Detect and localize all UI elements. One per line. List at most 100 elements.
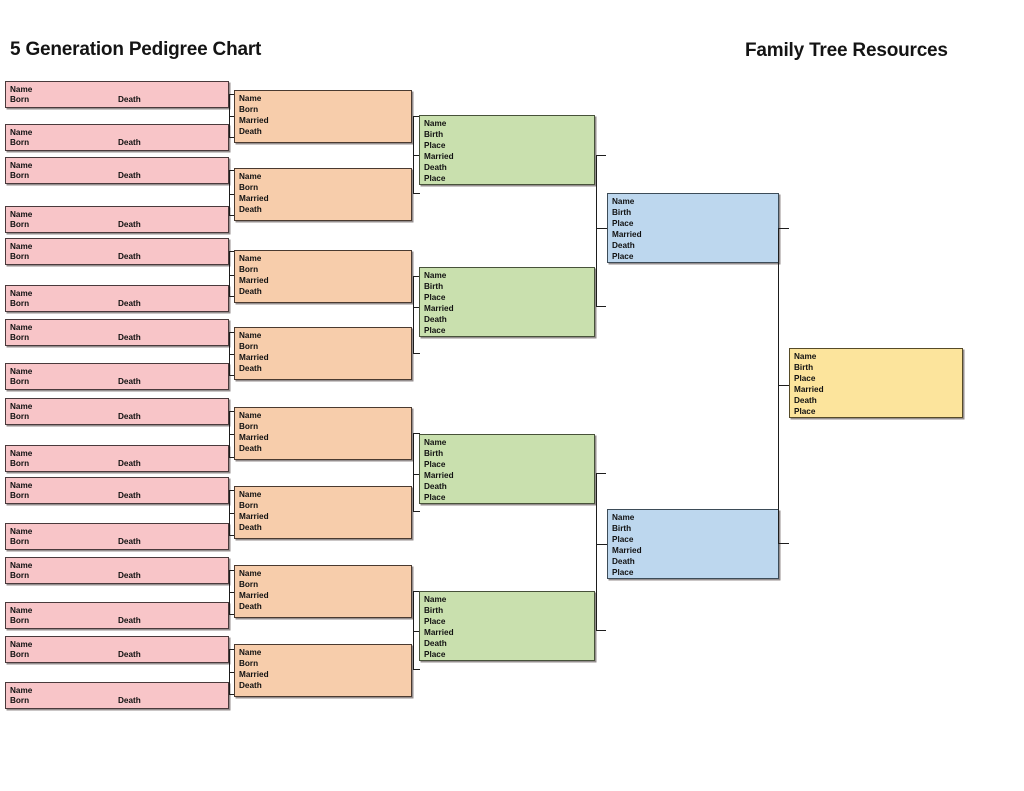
- field-death: Death: [118, 333, 141, 342]
- gen4-box-3[interactable]: Name Born Married Death: [234, 250, 412, 303]
- field-married: Married: [239, 353, 269, 362]
- gen5-box-8[interactable]: Name Born Death: [5, 363, 229, 390]
- gen5-box-10[interactable]: Name Born Death: [5, 445, 229, 472]
- field-death: Death: [118, 571, 141, 580]
- gen5-box-11[interactable]: Name Born Death: [5, 477, 229, 504]
- field-place-death: Place: [424, 493, 446, 502]
- gen5-box-5[interactable]: Name Born Death: [5, 238, 229, 265]
- field-married: Married: [794, 385, 824, 394]
- field-born: Born: [10, 616, 30, 625]
- field-place: Place: [424, 617, 446, 626]
- gen5-box-16[interactable]: Name Born Death: [5, 682, 229, 709]
- field-name: Name: [10, 242, 33, 251]
- field-born: Born: [10, 95, 30, 104]
- field-place-death: Place: [424, 326, 446, 335]
- gen5-box-2[interactable]: Name Born Death: [5, 124, 229, 151]
- field-name: Name: [239, 411, 262, 420]
- field-death: Death: [612, 557, 635, 566]
- field-death: Death: [118, 95, 141, 104]
- gen2-box-1[interactable]: Name Birth Place Married Death Place: [607, 193, 779, 263]
- gen2-box-2[interactable]: Name Birth Place Married Death Place: [607, 509, 779, 579]
- field-name: Name: [10, 85, 33, 94]
- field-name: Name: [10, 449, 33, 458]
- field-name: Name: [10, 210, 33, 219]
- field-name: Name: [424, 119, 447, 128]
- field-born: Born: [10, 696, 30, 705]
- connector-gen2-to-gen1: [778, 228, 789, 544]
- field-birth: Birth: [424, 282, 444, 291]
- gen3-box-2[interactable]: Name Birth Place Married Death Place: [419, 267, 595, 337]
- gen4-box-2[interactable]: Name Born Married Death: [234, 168, 412, 221]
- field-death: Death: [118, 616, 141, 625]
- field-death: Death: [612, 241, 635, 250]
- gen5-box-1[interactable]: Name Born Death: [5, 81, 229, 108]
- field-death: Death: [239, 444, 262, 453]
- connector-stub-gen2-2: [596, 544, 607, 545]
- field-married: Married: [239, 194, 269, 203]
- field-death: Death: [239, 364, 262, 373]
- field-death: Death: [118, 377, 141, 386]
- field-place: Place: [424, 141, 446, 150]
- connector-gen3-to-gen2-2: [596, 473, 606, 631]
- field-place-death: Place: [612, 568, 634, 577]
- resources-title: Family Tree Resources: [745, 40, 948, 61]
- gen4-box-5[interactable]: Name Born Married Death: [234, 407, 412, 460]
- field-name: Name: [10, 161, 33, 170]
- field-married: Married: [424, 628, 454, 637]
- gen4-box-7[interactable]: Name Born Married Death: [234, 565, 412, 618]
- gen5-box-12[interactable]: Name Born Death: [5, 523, 229, 550]
- gen5-box-15[interactable]: Name Born Death: [5, 636, 229, 663]
- gen3-box-1[interactable]: Name Birth Place Married Death Place: [419, 115, 595, 185]
- field-death: Death: [118, 459, 141, 468]
- gen3-box-3[interactable]: Name Birth Place Married Death Place: [419, 434, 595, 504]
- field-name: Name: [239, 254, 262, 263]
- field-married: Married: [239, 670, 269, 679]
- field-born: Born: [239, 422, 259, 431]
- field-death: Death: [424, 639, 447, 648]
- field-name: Name: [239, 331, 262, 340]
- field-place: Place: [612, 219, 634, 228]
- field-name: Name: [10, 323, 33, 332]
- field-death: Death: [118, 537, 141, 546]
- field-born: Born: [10, 171, 30, 180]
- field-married: Married: [612, 230, 642, 239]
- gen5-box-6[interactable]: Name Born Death: [5, 285, 229, 312]
- field-name: Name: [10, 128, 33, 137]
- field-married: Married: [424, 471, 454, 480]
- gen4-box-8[interactable]: Name Born Married Death: [234, 644, 412, 697]
- gen5-box-3[interactable]: Name Born Death: [5, 157, 229, 184]
- field-birth: Birth: [424, 130, 444, 139]
- gen5-box-13[interactable]: Name Born Death: [5, 557, 229, 584]
- gen5-box-14[interactable]: Name Born Death: [5, 602, 229, 629]
- gen5-box-7[interactable]: Name Born Death: [5, 319, 229, 346]
- gen5-box-4[interactable]: Name Born Death: [5, 206, 229, 233]
- field-born: Born: [10, 333, 30, 342]
- field-death: Death: [239, 681, 262, 690]
- field-name: Name: [612, 513, 635, 522]
- field-death: Death: [239, 602, 262, 611]
- connector-stub-gen2-1: [596, 228, 607, 229]
- field-place: Place: [424, 293, 446, 302]
- field-birth: Birth: [612, 208, 632, 217]
- field-birth: Birth: [612, 524, 632, 533]
- field-married: Married: [424, 152, 454, 161]
- field-death: Death: [424, 163, 447, 172]
- gen4-box-4[interactable]: Name Born Married Death: [234, 327, 412, 380]
- field-born: Born: [10, 537, 30, 546]
- field-born: Born: [10, 459, 30, 468]
- gen1-box-self[interactable]: Name Birth Place Married Death Place: [789, 348, 963, 418]
- gen5-box-9[interactable]: Name Born Death: [5, 398, 229, 425]
- field-death: Death: [239, 205, 262, 214]
- field-born: Born: [10, 377, 30, 386]
- field-name: Name: [424, 595, 447, 604]
- field-place-death: Place: [612, 252, 634, 261]
- field-name: Name: [239, 172, 262, 181]
- field-married: Married: [424, 304, 454, 313]
- gen4-box-1[interactable]: Name Born Married Death: [234, 90, 412, 143]
- field-name: Name: [10, 289, 33, 298]
- connector-gen3-to-gen2-1: [596, 155, 606, 307]
- gen3-box-4[interactable]: Name Birth Place Married Death Place: [419, 591, 595, 661]
- gen4-box-6[interactable]: Name Born Married Death: [234, 486, 412, 539]
- field-death: Death: [239, 287, 262, 296]
- field-name: Name: [424, 271, 447, 280]
